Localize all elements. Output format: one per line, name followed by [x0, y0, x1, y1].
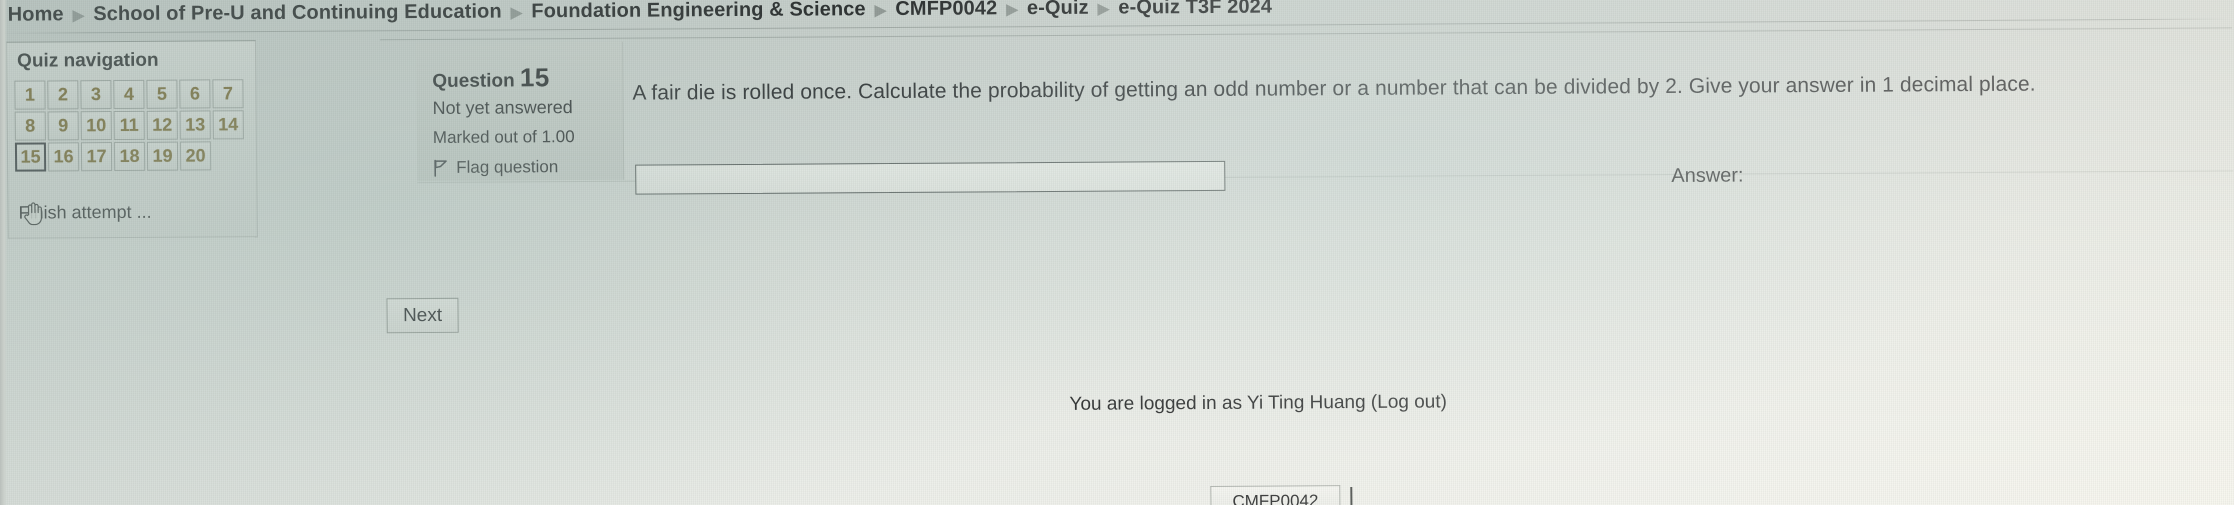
flag-outline-icon[interactable] [433, 159, 448, 177]
text-caret [1350, 487, 1353, 505]
question-button-10[interactable]: 10 [80, 111, 112, 141]
question-button-15[interactable]: 15 [14, 142, 47, 172]
screen-bezel-left [0, 0, 7, 505]
quiz-navigation-title: Quiz navigation [17, 49, 159, 72]
question-button-20[interactable]: 20 [179, 141, 212, 171]
breadcrumb-item-school[interactable]: School of Pre-U and Continuing Education [93, 0, 502, 26]
question-button-12[interactable]: 12 [146, 110, 178, 140]
question-button-2[interactable]: 2 [47, 80, 79, 110]
breadcrumb-item-faculty[interactable]: Foundation Engineering & Science [531, 0, 866, 23]
breadcrumb-item-equiz[interactable]: e-Quiz [1027, 0, 1089, 20]
question-button-18[interactable]: 18 [113, 141, 146, 172]
breadcrumb-item-course[interactable]: CMFP0042 [895, 0, 997, 20]
question-button-16[interactable]: 16 [47, 142, 80, 172]
question-button-8[interactable]: 8 [14, 111, 46, 141]
question-marks: Marked out of 1.00 [432, 127, 575, 147]
page-content: Home ▶ School of Pre-U and Continuing Ed… [0, 0, 2234, 505]
breadcrumb-separator-icon: ▶ [1097, 0, 1110, 18]
question-button-4[interactable]: 4 [113, 79, 145, 110]
screen-surface: Home ▶ School of Pre-U and Continuing Ed… [0, 0, 2234, 505]
question-number-grid: 1 2 3 4 5 6 7 8 9 10 11 12 13 14 15 16 17 18 19 20 [14, 79, 251, 172]
question-button-17[interactable]: 17 [80, 142, 113, 172]
flag-question-label[interactable]: Flag question [456, 157, 558, 178]
question-text: A fair die is rolled once. Calculate the… [632, 72, 2036, 105]
question-button-9[interactable]: 9 [47, 111, 79, 141]
question-number: 15 [519, 62, 550, 93]
question-number-label: Question 15 [432, 62, 550, 94]
question-button-1[interactable]: 1 [14, 80, 46, 110]
question-button-13[interactable]: 13 [179, 110, 211, 140]
breadcrumb-separator-icon: ▶ [72, 6, 85, 24]
question-word: Question [432, 70, 515, 92]
question-button-7[interactable]: 7 [212, 79, 244, 109]
answer-label: Answer: [1671, 164, 1744, 187]
question-state: Not yet answered [432, 97, 573, 118]
question-button-19[interactable]: 19 [146, 141, 179, 171]
question-button-6[interactable]: 6 [179, 79, 211, 109]
question-button-5[interactable]: 5 [146, 79, 178, 109]
finish-attempt-link[interactable]: Finish attempt ... [18, 202, 151, 224]
quiz-navigation-block: Quiz navigation 1 2 3 4 5 6 7 8 9 10 11 12 13 14 15 16 1… [5, 40, 258, 239]
breadcrumb-item-home[interactable]: Home [8, 3, 64, 26]
breadcrumb-separator-icon: ▶ [510, 3, 523, 21]
next-button[interactable]: Next [386, 297, 459, 334]
login-status-text: You are logged in as Yi Ting Huang (Log … [1069, 391, 1448, 415]
question-button-14[interactable]: 14 [212, 110, 244, 140]
answer-input[interactable] [635, 160, 1226, 195]
question-button-11[interactable]: 11 [113, 110, 145, 141]
flag-question-control[interactable]: Flag question [433, 157, 558, 178]
breadcrumb-separator-icon: ▶ [874, 1, 887, 19]
taskbar-item-cmfp0042[interactable]: CMFP0042 [1210, 485, 1341, 505]
question-info-panel: Question 15 Not yet answered Marked out … [415, 41, 625, 182]
breadcrumb-item-quiz-attempt[interactable]: e-Quiz T3F 2024 [1118, 0, 1272, 19]
breadcrumb-separator-icon: ▶ [1006, 0, 1019, 18]
question-button-3[interactable]: 3 [80, 80, 112, 110]
